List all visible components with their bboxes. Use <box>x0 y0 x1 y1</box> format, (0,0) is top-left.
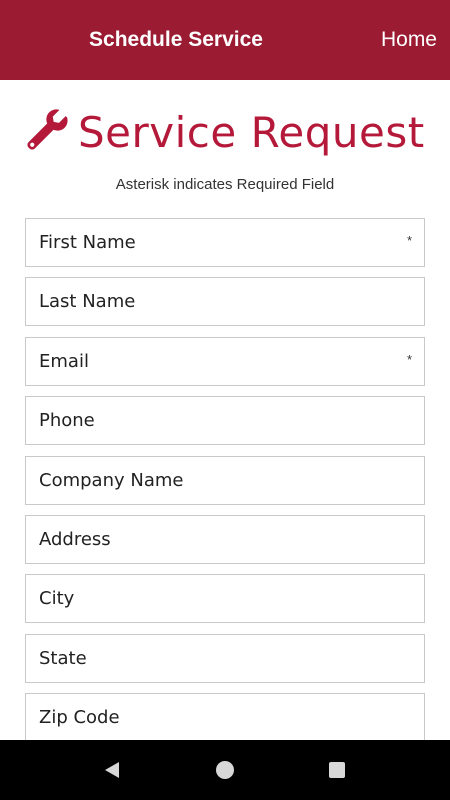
company-name-field <box>25 455 425 505</box>
email-input[interactable] <box>26 337 424 385</box>
first-name-field: * <box>25 218 425 267</box>
home-button[interactable] <box>195 740 255 800</box>
heading-title: Service Request <box>78 107 425 157</box>
wrench-icon <box>24 107 70 158</box>
app-bar: Schedule Service Home <box>0 0 450 80</box>
first-name-input[interactable] <box>26 219 424 266</box>
zip-code-input[interactable] <box>26 694 424 742</box>
phone-input[interactable] <box>26 397 424 445</box>
last-name-input[interactable] <box>26 278 424 326</box>
required-asterisk: * <box>406 351 412 367</box>
city-field <box>25 574 425 624</box>
address-field <box>25 514 425 564</box>
recent-apps-button[interactable] <box>307 740 367 800</box>
last-name-field <box>25 277 425 327</box>
recent-square-icon <box>329 762 345 778</box>
page-title: Schedule Service <box>89 28 263 51</box>
back-triangle-icon <box>105 762 119 778</box>
home-link[interactable]: Home <box>381 0 437 80</box>
zip-code-field <box>25 693 425 743</box>
city-input[interactable] <box>26 575 424 623</box>
state-input[interactable] <box>26 634 424 682</box>
company-name-input[interactable] <box>26 456 424 504</box>
service-request-heading: Service Request <box>24 106 425 158</box>
email-field: * <box>25 336 425 386</box>
back-button[interactable] <box>82 740 142 800</box>
home-circle-icon <box>216 761 234 779</box>
address-input[interactable] <box>26 515 424 563</box>
phone-field <box>25 396 425 446</box>
system-nav-bar <box>0 740 450 800</box>
required-asterisk: * <box>406 233 412 248</box>
required-field-note: Asterisk indicates Required Field <box>115 176 335 193</box>
state-field <box>25 633 425 683</box>
service-request-form: * * <box>25 218 425 753</box>
